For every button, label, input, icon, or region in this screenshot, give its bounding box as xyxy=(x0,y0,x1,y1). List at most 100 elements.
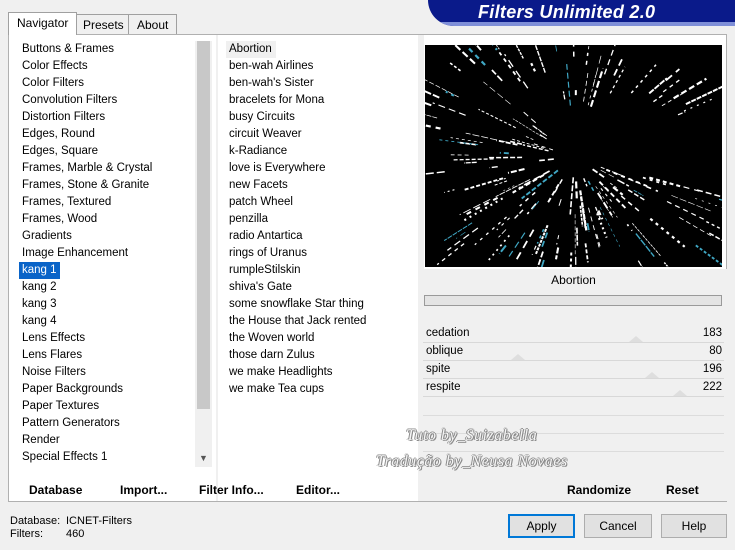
param-spite[interactable]: spite 196 xyxy=(423,361,724,379)
preview-streak xyxy=(649,217,686,248)
filter-item[interactable]: some snowflake Star thing xyxy=(226,296,416,313)
filter-item[interactable]: penzilla xyxy=(226,211,416,228)
param-oblique[interactable]: oblique 80 xyxy=(423,343,724,361)
tab-about[interactable]: About xyxy=(128,14,178,34)
preview-streak xyxy=(478,108,516,129)
category-item[interactable]: kang 2 xyxy=(19,279,195,296)
category-item[interactable]: Frames, Stone & Granite xyxy=(19,177,195,194)
category-item[interactable]: Gradients xyxy=(19,228,195,245)
reset-button[interactable]: Reset xyxy=(666,483,699,497)
filter-item[interactable]: bracelets for Mona xyxy=(226,92,416,109)
filter-info-button[interactable]: Filter Info... xyxy=(199,483,264,497)
param-respite[interactable]: respite 222 xyxy=(423,379,724,397)
apply-button[interactable]: Apply xyxy=(508,514,575,538)
filter-item[interactable]: the Woven world xyxy=(226,330,416,347)
category-item[interactable]: Pattern Generators xyxy=(19,415,195,432)
preview-streak xyxy=(600,188,613,203)
preview-streak xyxy=(495,179,531,198)
preview-streak xyxy=(626,223,633,232)
category-item[interactable]: Color Effects xyxy=(19,58,195,75)
preview-streak xyxy=(507,168,525,174)
filter-item[interactable]: ben-wah's Sister xyxy=(226,75,416,92)
import-button[interactable]: Import... xyxy=(120,483,167,497)
preview-streak xyxy=(425,171,445,175)
filter-item[interactable]: circuit Weaver xyxy=(226,126,416,143)
param-cedation[interactable]: cedation 183 xyxy=(423,325,724,343)
preview-streak xyxy=(678,217,712,237)
category-item[interactable]: Frames, Textured xyxy=(19,194,195,211)
category-item[interactable]: Frames, Marble & Crystal xyxy=(19,160,195,177)
filter-item[interactable]: rings of Uranus xyxy=(226,245,416,262)
preview-streak xyxy=(592,168,605,179)
filter-item[interactable]: ben-wah Airlines xyxy=(226,58,416,75)
preview-streak xyxy=(637,260,643,267)
category-list[interactable]: Buttons & Frames Color Effects Color Filte… xyxy=(19,41,195,466)
category-item[interactable]: Special Effects 1 xyxy=(19,449,195,466)
category-item[interactable]: Image Enhancement xyxy=(19,245,195,262)
preview-streak xyxy=(504,53,529,89)
preview-streak xyxy=(583,73,589,102)
preview-streak xyxy=(493,180,508,186)
filter-item[interactable]: radio Antartica xyxy=(226,228,416,245)
filter-item[interactable]: patch Wheel xyxy=(226,194,416,211)
filter-item[interactable]: we make Headlights xyxy=(226,364,416,381)
preview-streak xyxy=(532,125,548,137)
chevron-down-icon[interactable]: ▼ xyxy=(195,451,212,465)
preview-streak xyxy=(539,158,554,162)
param-value: 183 xyxy=(702,327,722,339)
filter-item[interactable]: those darn Zulus xyxy=(226,347,416,364)
randomize-button[interactable]: Randomize xyxy=(567,483,631,497)
preview-streak xyxy=(585,52,589,65)
category-item[interactable]: Paper Textures xyxy=(19,398,195,415)
preview-streak xyxy=(459,141,477,146)
tab-presets[interactable]: Presets xyxy=(74,14,133,34)
category-item[interactable]: kang 1 xyxy=(19,262,60,279)
preview-streak xyxy=(612,186,624,196)
database-value: ICNET-Filters xyxy=(66,515,132,527)
preview-streak xyxy=(677,111,686,116)
category-item[interactable]: kang 3 xyxy=(19,296,195,313)
filter-item[interactable]: k-Radiance xyxy=(226,143,416,160)
category-item[interactable]: Convolution Filters xyxy=(19,92,195,109)
category-item[interactable]: Lens Flares xyxy=(19,347,195,364)
preview-streak xyxy=(508,232,526,257)
category-scrollbar[interactable]: ▼ xyxy=(195,41,212,467)
tab-navigator[interactable]: Navigator xyxy=(8,12,78,35)
category-item[interactable]: Paper Backgrounds xyxy=(19,381,195,398)
category-item[interactable]: Buttons & Frames xyxy=(19,41,195,58)
category-item[interactable]: Render xyxy=(19,432,195,449)
preview-streak xyxy=(546,183,560,205)
filter-item[interactable]: new Facets xyxy=(226,177,416,194)
filter-item[interactable]: rumpleStilskin xyxy=(226,262,416,279)
preview-streak xyxy=(498,244,507,255)
category-item[interactable]: Edges, Round xyxy=(19,126,195,143)
filter-item[interactable]: we make Tea cups xyxy=(226,381,416,398)
database-button[interactable]: Database xyxy=(29,483,82,497)
filter-item[interactable]: the House that Jack rented xyxy=(226,313,416,330)
category-item[interactable]: Noise Filters xyxy=(19,364,195,381)
category-item[interactable]: kang 4 xyxy=(19,313,195,330)
param-divider xyxy=(423,396,724,397)
category-item[interactable]: Distortion Filters xyxy=(19,109,195,126)
preview-streak xyxy=(522,111,537,124)
preview-streak xyxy=(583,178,588,187)
category-item[interactable]: Edges, Square xyxy=(19,143,195,160)
preview-streak xyxy=(566,64,571,106)
filter-item[interactable]: shiva's Gate xyxy=(226,279,416,296)
scroll-thumb[interactable] xyxy=(197,41,210,409)
editor-button[interactable]: Editor... xyxy=(296,483,340,497)
category-item[interactable]: Frames, Wood xyxy=(19,211,195,228)
preview-streak xyxy=(491,45,498,51)
category-item[interactable]: Lens Effects xyxy=(19,330,195,347)
filter-item[interactable]: busy Circuits xyxy=(226,109,416,126)
filter-list[interactable]: Abortion ben-wah Airlines ben-wah's Sister… xyxy=(226,41,416,398)
cancel-button[interactable]: Cancel xyxy=(584,514,652,538)
preview-streak xyxy=(663,262,670,267)
filter-item[interactable]: love is Everywhere xyxy=(226,160,416,177)
category-item[interactable]: Color Filters xyxy=(19,75,195,92)
filter-item[interactable]: Abortion xyxy=(226,41,276,58)
help-button[interactable]: Help xyxy=(661,514,727,538)
preview-streak xyxy=(695,244,722,266)
preview-streak xyxy=(646,185,659,193)
preview-streak xyxy=(576,227,579,246)
